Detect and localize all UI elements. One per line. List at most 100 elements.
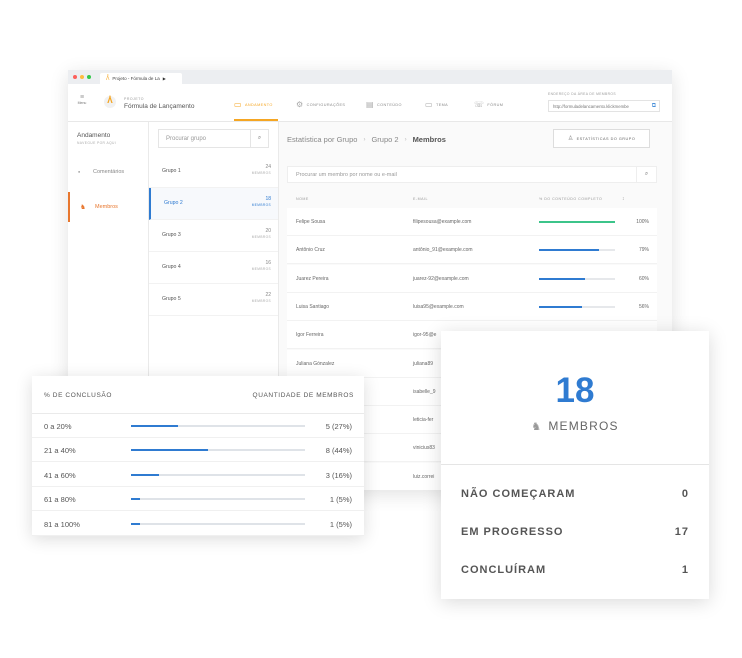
- close-dot[interactable]: [73, 75, 77, 79]
- sort-icon[interactable]: ↕: [622, 196, 625, 202]
- group-count-unit: MEMBROS: [251, 299, 271, 303]
- progress-bar: [539, 249, 615, 252]
- chevron-right-icon: ›: [404, 136, 407, 143]
- address-label: ENDEREÇO DA ÁREA DE MEMBROS: [548, 92, 616, 96]
- project-logo-icon: ᐰ: [104, 96, 116, 108]
- completion-bar: [131, 449, 305, 452]
- tab-favicon-icon: ᐰ: [106, 75, 110, 82]
- member-search-input[interactable]: Procurar um membro por nome ou e-mail: [296, 172, 397, 178]
- menu-label: Menu: [77, 101, 87, 105]
- nav-andamento[interactable]: ▭ ANDAMENTO: [234, 100, 273, 109]
- completion-bar: [131, 425, 305, 427]
- stat-row: EM PROGRESSO 17: [461, 526, 689, 538]
- group-stats-label: ESTATÍSTICAS DO GRUPO: [576, 136, 636, 141]
- completion-bar-fill: [131, 522, 140, 525]
- tab-play-icon: ▶: [162, 76, 166, 81]
- member-name: Juarez Pereira: [296, 275, 329, 282]
- completion-row: 61 a 80% 1 (5%): [32, 487, 364, 512]
- completion-range: 81 a 100%: [44, 519, 80, 529]
- group-count: 20: [265, 228, 271, 234]
- completion-range: 41 a 60%: [44, 470, 76, 480]
- group-item[interactable]: Grupo 5 22 MEMBROS: [149, 284, 278, 316]
- table-row[interactable]: Felipe Sousa filipesousa@example.com 100%: [287, 208, 657, 236]
- group-item[interactable]: Grupo 1 24 MEMBROS: [149, 156, 278, 188]
- nav-tema[interactable]: ▭ TEMA: [425, 100, 448, 109]
- gear-icon: ⚙: [296, 100, 304, 109]
- divider: [441, 464, 709, 465]
- stat-label: EM PROGRESSO: [461, 526, 564, 538]
- group-item-selected[interactable]: Grupo 2 18 MEMBROS: [149, 188, 278, 220]
- breadcrumb-item[interactable]: Grupo 2: [371, 135, 398, 144]
- progress-bar-fill: [539, 305, 582, 308]
- comment-icon: ▪: [78, 168, 81, 176]
- table-row[interactable]: Juarez Pereira juarez-92@example.com 60%: [287, 264, 657, 293]
- members-label: MEMBROS: [548, 419, 619, 433]
- column-header[interactable]: NOME: [296, 197, 309, 201]
- window-controls: [73, 75, 91, 79]
- nav-forum[interactable]: ☏ FÓRUM: [474, 100, 503, 109]
- breadcrumb-item[interactable]: Estatística por Grupo: [287, 135, 357, 144]
- group-stats-button[interactable]: ♙ ESTATÍSTICAS DO GRUPO: [553, 129, 650, 148]
- sidebar-subtitle: NAVEGUE POR AQUI: [77, 141, 117, 145]
- browser-tab[interactable]: ᐰ Projeto - Fórmula de La ▶: [100, 73, 182, 84]
- completion-value: 8 (44%): [325, 446, 352, 456]
- group-search-input[interactable]: Procurar grupo: [166, 136, 206, 142]
- stage: ᐰ Projeto - Fórmula de La ▶ ≡ Menu ᐰ PRO…: [0, 0, 742, 658]
- nav-configuracoes[interactable]: ⚙ CONFIGURAÇÕES: [296, 100, 345, 109]
- minimize-dot[interactable]: [80, 75, 84, 79]
- completion-col-header: % DE CONCLUSÃO: [44, 392, 112, 399]
- member-email: luiz.correi: [413, 473, 435, 480]
- table-row[interactable]: Antônio Cruz antônio_91@example.com 79%: [287, 236, 657, 265]
- group-name: Grupo 1: [162, 168, 181, 174]
- member-name: Felipe Sousa: [296, 219, 326, 225]
- column-header[interactable]: % DO CONTEÚDO COMPLETO: [539, 197, 602, 201]
- address-field[interactable]: http://formuladelancamento.klickmembe ⧉: [548, 100, 660, 112]
- member-name: Antônio Cruz: [296, 247, 325, 254]
- progress-bar-fill: [539, 249, 600, 252]
- stat-label: NÃO COMEÇARAM: [461, 488, 576, 500]
- progress-bar: [539, 277, 615, 280]
- members-summary-card: 18 ♞ MEMBROS NÃO COMEÇARAM 0 EM PROGRESS…: [441, 331, 709, 599]
- completion-row: 41 a 60% 3 (16%): [32, 463, 364, 487]
- group-count: 18: [265, 196, 271, 202]
- sidebar-title: Andamento: [77, 132, 111, 139]
- member-email: leticia-fer: [413, 417, 434, 424]
- member-name: Juliana Gónzalez: [296, 360, 335, 367]
- members-label-row: ♞ MEMBROS: [441, 419, 709, 433]
- member-email: antônio_91@example.com: [413, 247, 473, 254]
- group-count: 22: [265, 292, 271, 298]
- member-name: Luisa Santiago: [296, 303, 330, 310]
- nav-andamento-label: ANDAMENTO: [244, 102, 273, 107]
- sidebar-item-membros[interactable]: ♞ Membros: [68, 192, 149, 222]
- maximize-dot[interactable]: [87, 75, 91, 79]
- progress-percent: 100%: [636, 219, 649, 225]
- group-count-unit: MEMBROS: [251, 267, 271, 271]
- member-search[interactable]: Procurar um membro por nome ou e-mail ⌕: [287, 166, 657, 183]
- group-count-unit: MEMBROS: [251, 203, 271, 207]
- completion-bar-fill: [131, 449, 208, 452]
- group-count: 24: [265, 164, 271, 170]
- group-item[interactable]: Grupo 3 20 MEMBROS: [149, 220, 278, 252]
- group-item[interactable]: Grupo 4 16 MEMBROS: [149, 252, 278, 284]
- search-icon[interactable]: ⌕: [250, 130, 268, 147]
- table-row[interactable]: Luisa Santiago luisa95@example.com 56%: [287, 292, 657, 321]
- completion-value: 3 (16%): [325, 470, 352, 480]
- progress-percent: 56%: [638, 303, 649, 310]
- completion-row: 21 a 40% 8 (44%): [32, 438, 364, 463]
- users-icon: ♞: [80, 204, 86, 211]
- completion-bar-fill: [131, 425, 178, 427]
- stat-row: NÃO COMEÇARAM 0: [461, 488, 689, 500]
- users-icon: ♞: [531, 420, 543, 433]
- external-link-icon[interactable]: ⧉: [652, 103, 656, 110]
- search-icon[interactable]: ⌕: [636, 167, 656, 182]
- member-email: luisa95@example.com: [413, 303, 464, 310]
- column-header[interactable]: E-MAIL: [413, 197, 428, 201]
- group-name: Grupo 3: [162, 232, 181, 238]
- group-search[interactable]: Procurar grupo ⌕: [158, 129, 269, 148]
- chart-icon: ♙: [567, 136, 574, 142]
- sidebar-item-comentarios[interactable]: ▪ Comentários: [68, 157, 149, 187]
- progress-bar: [539, 221, 615, 223]
- nav-conteudo[interactable]: ▤ CONTEÚDO: [366, 100, 402, 109]
- menu-button[interactable]: ≡ Menu: [75, 94, 89, 105]
- project-name[interactable]: Fórmula de Lançamento: [124, 103, 194, 110]
